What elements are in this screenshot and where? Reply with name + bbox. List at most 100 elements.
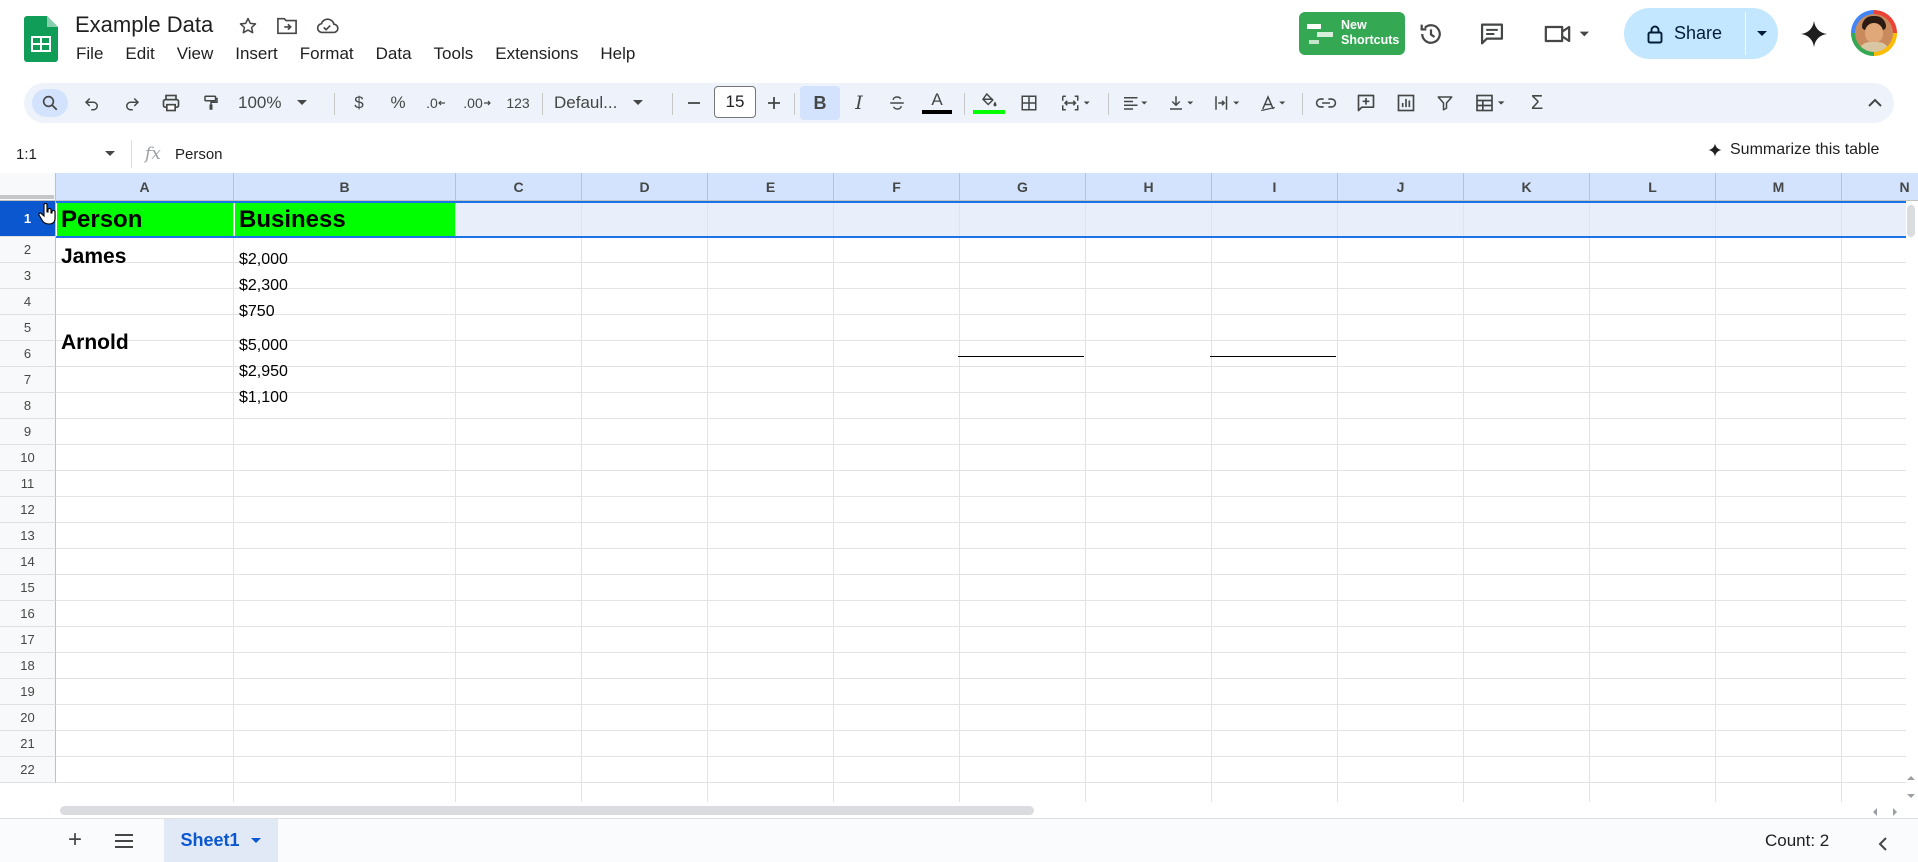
decrease-font-size-icon[interactable] [682,89,706,117]
sheet-tab-sheet1[interactable]: Sheet1 [164,819,278,862]
star-icon[interactable] [236,14,260,38]
horizontal-scrollbar[interactable] [60,806,1034,815]
menu-view[interactable]: View [166,42,225,66]
row-header-22[interactable]: 22 [0,757,56,783]
column-header-b[interactable]: B [234,173,456,201]
bold-button[interactable]: B [800,86,840,120]
table-view-icon[interactable] [1470,89,1514,117]
percent-format-button[interactable]: % [385,89,411,117]
row-header-2[interactable]: 2 [0,237,56,263]
number-format-button[interactable]: 123 [502,89,534,117]
cell-b2[interactable]: $2,000 [239,251,288,269]
side-panel-toggle-icon[interactable] [1877,836,1889,857]
column-header-c[interactable]: C [456,173,582,201]
scroll-down-icon[interactable] [1906,788,1916,806]
row-header-12[interactable]: 12 [0,497,56,523]
paint-format-icon[interactable] [197,89,225,117]
row-header-5[interactable]: 5 [0,315,56,341]
menu-insert[interactable]: Insert [224,42,289,66]
row-header-8[interactable]: 8 [0,393,56,419]
column-header-i[interactable]: I [1212,173,1338,201]
menu-tools[interactable]: Tools [423,42,485,66]
new-shortcuts-button[interactable]: New Shortcuts [1299,12,1405,55]
account-avatar[interactable] [1851,10,1897,56]
name-box-dropdown-icon[interactable] [104,147,116,165]
sheets-logo-icon[interactable] [24,16,58,62]
column-header-l[interactable]: L [1590,173,1716,201]
row-header-3[interactable]: 3 [0,263,56,289]
document-title[interactable]: Example Data [75,12,213,38]
menu-data[interactable]: Data [365,42,423,66]
scroll-up-icon[interactable] [1906,770,1916,788]
column-header-f[interactable]: F [834,173,960,201]
print-icon[interactable] [157,89,185,117]
insert-link-icon[interactable] [1312,89,1340,117]
column-header-d[interactable]: D [582,173,708,201]
video-call-icon[interactable] [1538,14,1598,54]
column-header-k[interactable]: K [1464,173,1590,201]
cell-b7[interactable]: $1,100 [239,389,288,407]
row-header-14[interactable]: 14 [0,549,56,575]
formula-input[interactable]: Person [175,146,223,163]
gemini-sparkle-icon[interactable] [1794,14,1834,54]
row-header-13[interactable]: 13 [0,523,56,549]
share-button[interactable]: Share [1624,8,1778,59]
row-header-6[interactable]: 6 [0,341,56,367]
cell-b3[interactable]: $2,300 [239,277,288,295]
fill-color-button[interactable] [972,89,1006,117]
strikethrough-icon[interactable] [884,89,910,117]
insert-comment-icon[interactable] [1352,89,1380,117]
vertical-align-icon[interactable] [1162,89,1202,117]
column-header-g[interactable]: G [960,173,1086,201]
row-header-17[interactable]: 17 [0,627,56,653]
share-dropdown-button[interactable] [1746,8,1778,59]
comment-icon[interactable] [1472,14,1512,54]
zoom-select[interactable]: 100% [238,89,318,117]
filter-icon[interactable] [1431,89,1459,117]
cell-b4[interactable]: $750 [239,303,275,321]
menu-file[interactable]: File [66,42,114,66]
row-header-16[interactable]: 16 [0,601,56,627]
add-sheet-button[interactable]: + [62,826,88,854]
row-header-18[interactable]: 18 [0,653,56,679]
borders-icon[interactable] [1016,89,1042,117]
row-header-20[interactable]: 20 [0,705,56,731]
history-icon[interactable] [1411,14,1451,54]
menu-format[interactable]: Format [289,42,365,66]
selection-count[interactable]: Count: 2 [1765,831,1829,851]
cell-a1[interactable]: Person [57,203,233,236]
undo-icon[interactable] [78,89,106,117]
folder-move-icon[interactable] [275,14,299,38]
column-header-e[interactable]: E [708,173,834,201]
currency-format-button[interactable]: $ [346,89,372,117]
horizontal-align-icon[interactable] [1116,89,1156,117]
row-header-7[interactable]: 7 [0,367,56,393]
text-rotation-icon[interactable] [1254,89,1294,117]
text-wrapping-icon[interactable] [1208,89,1248,117]
column-header-m[interactable]: M [1716,173,1842,201]
search-menus-icon[interactable] [32,89,68,117]
column-header-a[interactable]: A [56,173,234,201]
decrease-decimal-button[interactable]: .0 [421,89,451,117]
italic-button[interactable]: I [846,89,872,117]
all-sheets-icon[interactable] [113,832,135,855]
menu-edit[interactable]: Edit [114,42,165,66]
cell-b1[interactable]: Business [235,203,455,236]
font-family-select[interactable]: Defaul... [554,89,664,117]
row-header-10[interactable]: 10 [0,445,56,471]
select-all-corner[interactable] [0,173,56,201]
row-header-11[interactable]: 11 [0,471,56,497]
column-header-n[interactable]: N [1842,173,1918,201]
row-header-21[interactable]: 21 [0,731,56,757]
functions-button[interactable]: Σ [1524,89,1550,117]
column-header-j[interactable]: J [1338,173,1464,201]
column-header-h[interactable]: H [1086,173,1212,201]
caret-down-icon[interactable] [250,837,262,845]
menu-extensions[interactable]: Extensions [484,42,589,66]
font-size-input[interactable]: 15 [714,86,756,118]
merge-cells-icon[interactable] [1054,89,1100,117]
menu-help[interactable]: Help [589,42,646,66]
insert-chart-icon[interactable] [1392,89,1420,117]
spreadsheet-grid[interactable]: ABCDEFGHIJKLMN 1 2 3 4 5 6 7 8 9 10 11 12 13 14 15 16 17… [0,173,1918,802]
vertical-scrollbar[interactable] [1907,205,1915,237]
